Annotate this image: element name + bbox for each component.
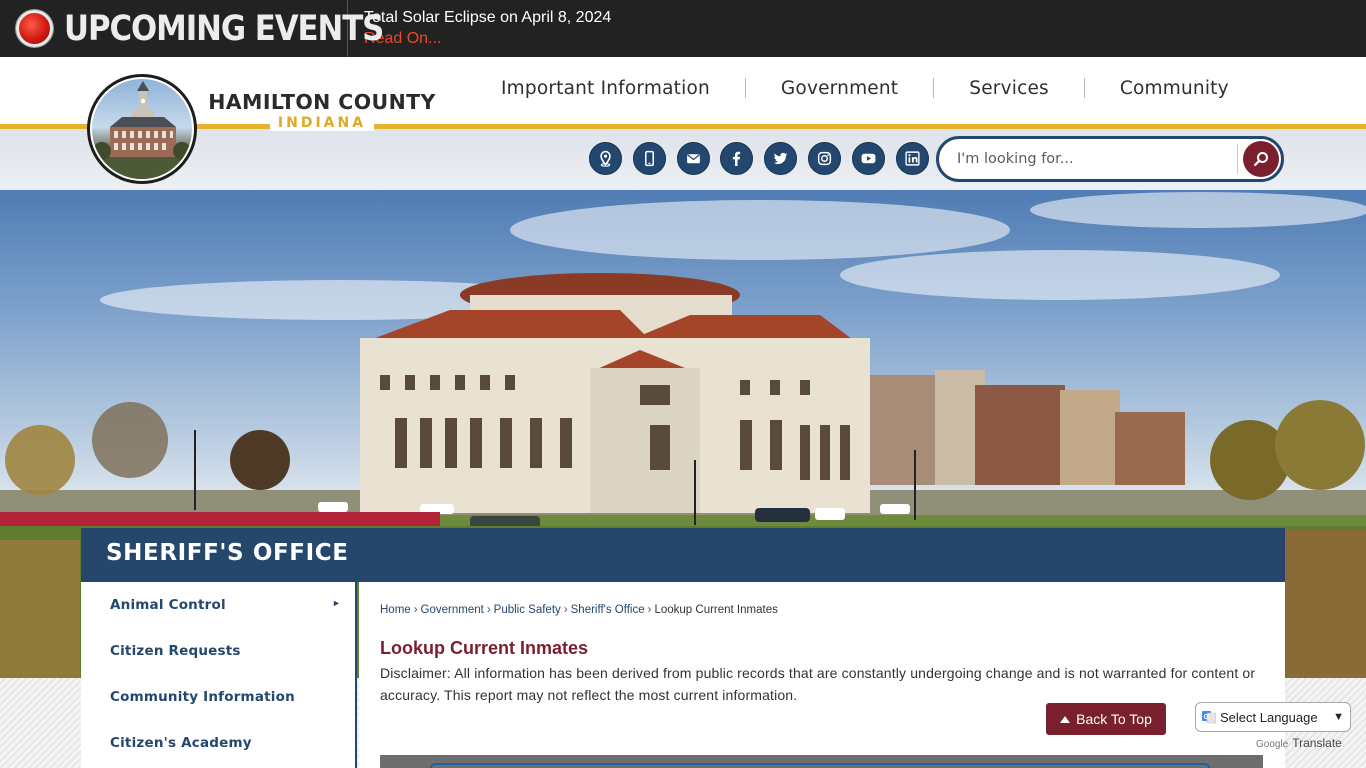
language-select-label: Select Language xyxy=(1220,709,1318,725)
main-navigation: Important Information Government Service… xyxy=(484,70,1246,106)
nav-services[interactable]: Services xyxy=(952,78,1066,99)
sidebar-item-community-information[interactable]: Community Information xyxy=(110,689,295,705)
sidebar-item-animal-control[interactable]: Animal Control xyxy=(110,597,226,613)
nav-community[interactable]: Community xyxy=(1103,78,1246,99)
back-to-top-button[interactable]: Back To Top xyxy=(1046,703,1166,735)
nav-government[interactable]: Government xyxy=(764,78,915,99)
linkedin-icon[interactable] xyxy=(895,142,929,175)
alert-message-text: Total Solar Eclipse on April 8, 2024 xyxy=(364,8,612,26)
breadcrumb-public-safety[interactable]: Public Safety xyxy=(494,604,561,616)
department-banner: SHERIFF'S OFFICE xyxy=(81,528,1285,582)
facebook-icon[interactable] xyxy=(720,142,754,175)
search-icon xyxy=(1253,152,1268,167)
social-links xyxy=(589,142,939,175)
translate-link[interactable]: Translate xyxy=(1292,736,1342,750)
breadcrumb-separator: › xyxy=(486,604,491,616)
alert-label: UPCOMING EVENTS xyxy=(64,8,384,49)
breadcrumb: Home › Government › Public Safety › Sheriff's … xyxy=(380,604,778,616)
alert-indicator-icon xyxy=(16,10,53,47)
email-icon[interactable] xyxy=(676,142,710,175)
main-content: Home › Government › Public Safety › Sheriff's … xyxy=(359,582,1285,768)
county-seal-logo[interactable] xyxy=(87,74,197,184)
nav-important-information[interactable]: Important Information xyxy=(484,78,727,99)
breadcrumb-sheriffs-office[interactable]: Sheriff's Office xyxy=(571,604,645,616)
alert-message: Total Solar Eclipse on April 8, 2024 Rea… xyxy=(364,8,611,50)
search-input[interactable] xyxy=(957,151,1227,167)
breadcrumb-home[interactable]: Home xyxy=(380,604,411,616)
alert-bar: UPCOMING EVENTS Total Solar Eclipse on A… xyxy=(0,0,1366,57)
twitter-icon[interactable] xyxy=(764,142,798,175)
alert-read-on-link[interactable]: Read On... xyxy=(364,28,611,50)
search-divider xyxy=(1237,144,1238,174)
page-title: Lookup Current Inmates xyxy=(380,638,589,658)
breadcrumb-separator: › xyxy=(413,604,418,616)
arrow-up-icon xyxy=(1060,715,1071,723)
department-title: SHERIFF'S OFFICE xyxy=(106,540,349,566)
google-translate-icon: G xyxy=(1202,711,1216,724)
language-select[interactable]: G Select Language ▼ xyxy=(1195,702,1351,732)
county-state: INDIANA xyxy=(269,115,375,131)
youtube-icon[interactable] xyxy=(851,142,885,175)
alert-label-area[interactable]: UPCOMING EVENTS xyxy=(0,0,384,57)
chevron-down-icon: ▼ xyxy=(1333,711,1344,723)
sidebar-item-citizens-academy[interactable]: Citizen's Academy xyxy=(110,735,252,751)
county-name: HAMILTON COUNTY xyxy=(208,90,436,114)
google-wordmark: Google xyxy=(1256,739,1289,750)
site-search xyxy=(936,136,1284,182)
mobile-phone-icon[interactable] xyxy=(632,142,666,175)
sidebar-expand-arrow-icon[interactable]: ► xyxy=(332,598,341,608)
breadcrumb-separator: › xyxy=(563,604,568,616)
sidebar-item-citizen-requests[interactable]: Citizen Requests xyxy=(110,643,241,659)
search-button[interactable] xyxy=(1243,141,1279,177)
breadcrumb-current: Lookup Current Inmates xyxy=(654,604,778,616)
nav-divider xyxy=(933,78,935,98)
breadcrumb-government[interactable]: Government xyxy=(421,604,484,616)
nav-divider xyxy=(744,78,746,98)
county-name-logo[interactable]: HAMILTON COUNTY INDIANA xyxy=(207,90,437,132)
inmate-lookup-frame-border xyxy=(430,763,1210,768)
disclaimer-text: Disclaimer: All information has been der… xyxy=(380,665,1256,703)
svg-text:G: G xyxy=(1204,714,1210,721)
nav-divider xyxy=(1083,78,1085,98)
back-to-top-label: Back To Top xyxy=(1076,711,1152,727)
powered-by-google: Google Translate xyxy=(1256,736,1342,750)
map-pin-icon[interactable] xyxy=(589,142,622,175)
instagram-icon[interactable] xyxy=(807,142,841,175)
sidebar-navigation: Animal Control ► Citizen Requests Commun… xyxy=(81,582,357,768)
inmate-lookup-frame xyxy=(380,755,1263,768)
courthouse-image xyxy=(90,77,194,181)
breadcrumb-separator: › xyxy=(647,604,652,616)
